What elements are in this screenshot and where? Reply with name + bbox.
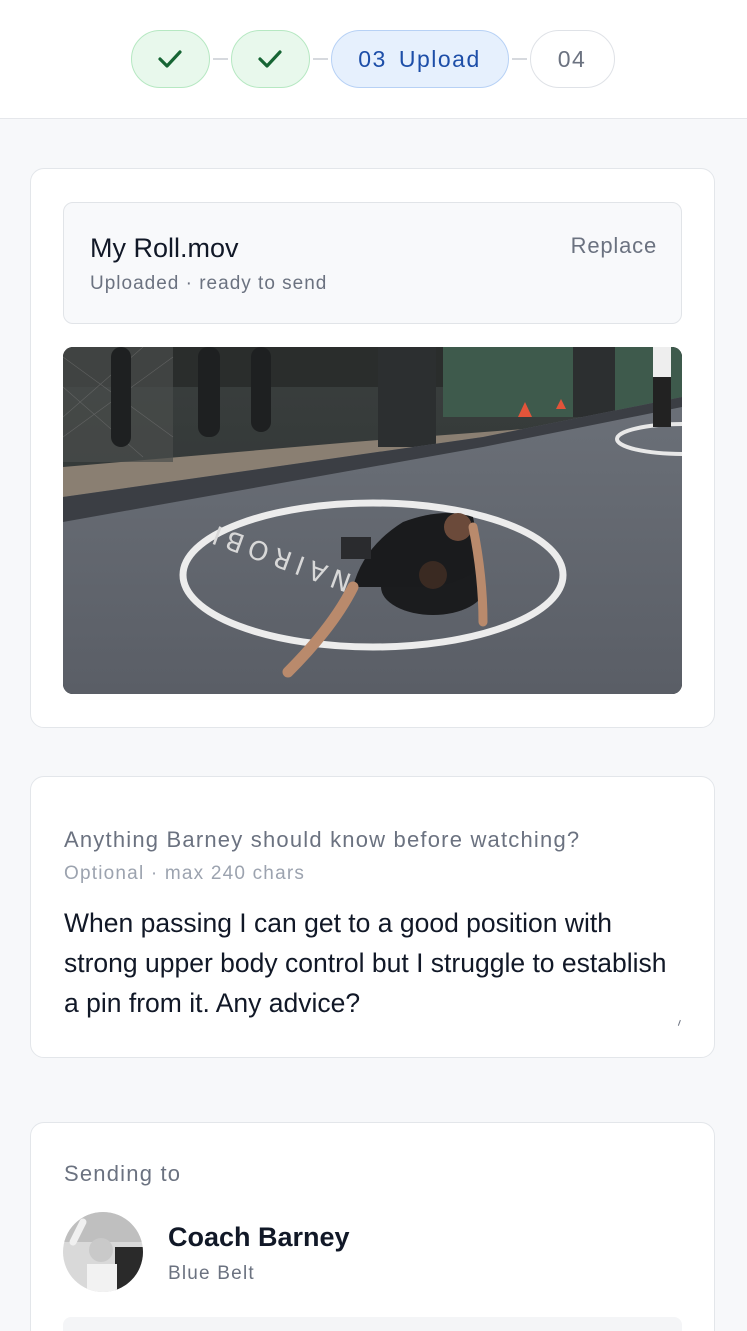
step-connector [212, 58, 228, 60]
step-connector [312, 58, 328, 60]
progress-stepper: 03 Upload 04 [130, 30, 615, 88]
notes-card: Anything Barney should know before watch… [30, 776, 715, 1058]
step-number: 03 [358, 45, 387, 72]
upload-status: Uploaded · ready to send [90, 273, 328, 294]
step-3-current[interactable]: 03 Upload [330, 30, 509, 88]
resize-handle-icon[interactable] [673, 1018, 681, 1026]
coach-rank: Blue Belt [168, 1263, 255, 1284]
replace-button[interactable]: Replace [571, 233, 657, 259]
uploaded-file-row: My Roll.mov Uploaded · ready to send Rep… [63, 202, 682, 324]
step-connector [511, 58, 527, 60]
video-thumbnail[interactable]: NAIROBI [63, 347, 682, 694]
notes-hint: Optional · max 240 chars [64, 863, 306, 884]
notes-textarea[interactable]: When passing I can get to a good positio… [64, 903, 684, 1023]
coach-name: Coach Barney [168, 1222, 350, 1252]
sending-to-label: Sending to [64, 1161, 182, 1186]
file-name: My Roll.mov [90, 233, 239, 263]
step-4-upcoming[interactable]: 04 [529, 30, 615, 88]
coach-detail-box [63, 1317, 682, 1331]
upload-card: My Roll.mov Uploaded · ready to send Rep… [30, 168, 715, 728]
recipient-card: Sending to Coach Barney Blue Belt [30, 1122, 715, 1331]
check-icon [157, 48, 183, 70]
step-2-completed[interactable] [230, 30, 310, 88]
progress-stepper-bar: 03 Upload 04 [0, 0, 747, 119]
notes-label: Anything Barney should know before watch… [64, 827, 581, 852]
step-number: 04 [557, 45, 587, 72]
check-icon [257, 48, 283, 70]
avatar [63, 1212, 143, 1292]
step-1-completed[interactable] [130, 30, 210, 88]
step-label: Upload [398, 45, 481, 72]
